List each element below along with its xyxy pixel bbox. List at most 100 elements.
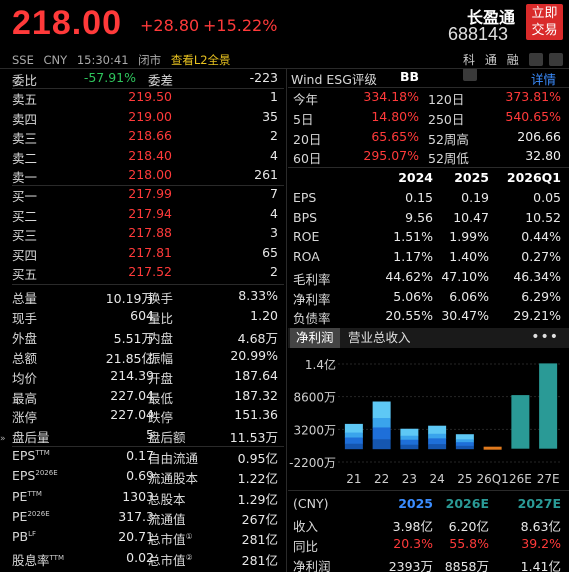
ask-row[interactable]: 卖四 219.00 35 [12, 109, 282, 127]
last-price: 218.00 [12, 4, 122, 42]
esg-label: Wind ESG评级 [291, 72, 377, 87]
stat-label: 盘后额 [148, 430, 186, 446]
fundamental-value: 0.69 [126, 468, 154, 484]
stat-row: 总量 10.19万 换手 8.33% [12, 288, 282, 307]
panel-divider [286, 68, 287, 572]
fin-label: 负债率 [293, 311, 331, 327]
ask-price: 219.50 [128, 89, 172, 104]
ask-price: 218.00 [128, 167, 172, 182]
fundamental-label-sup: ① [185, 532, 193, 542]
fundamental-row: EPS2026E 0.69 流通股本 1.22亿 [12, 468, 282, 487]
fundamental-label: 总市值① [148, 532, 193, 548]
bid-volume: 4 [270, 205, 278, 221]
fin-value: 46.34% [513, 268, 561, 284]
l2-view-link[interactable]: 查看L2全景 [171, 53, 231, 67]
bar-segment [400, 444, 419, 450]
ask-row[interactable]: 卖二 218.40 4 [12, 148, 282, 166]
bar-segment [400, 428, 419, 437]
stat-value: 21.85亿 [105, 350, 154, 366]
fundamental-row: PBLF 20.71 总市值① 281亿 [12, 529, 282, 548]
fundamental-label: 自由流通 [148, 451, 199, 466]
bar-segment [428, 438, 447, 445]
esg-detail-link[interactable]: 详情 [531, 69, 556, 88]
bid-row[interactable]: 买二 217.94 4 [12, 206, 282, 224]
bar-segment [400, 435, 419, 441]
stat-row: 现手 604 量比 1.20 [12, 308, 282, 327]
ask-label: 卖四 [12, 111, 38, 127]
bar-24[interactable] [428, 425, 447, 450]
forecast-header-row: (CNY) 2025 2026E 2027E [293, 496, 563, 515]
ask-price: 218.66 [128, 128, 172, 143]
net-profit-chart: 1.4亿 8600万 3200万 -2200万 21 22 23 24 25 26Q1 26E 27E [289, 357, 560, 486]
bell-icon[interactable] [548, 53, 563, 66]
forecast-value: 20.3% [393, 535, 433, 551]
period-value: 65.65% [371, 128, 419, 144]
fin-value: 47.10% [441, 268, 489, 284]
trade-now-button[interactable]: 立即 交易 [526, 4, 563, 40]
stat-row: 盘后量 5 盘后额 11.53万 [12, 427, 282, 446]
tab-total-revenue[interactable]: 营业总收入 [348, 328, 411, 348]
fin-value: 0.19 [461, 190, 489, 205]
fundamental-row: PE2026E 317.3 流通值 267亿 [12, 509, 282, 528]
market-meta: SSE CNY 15:30:41 闭市 查看L2全景 [12, 52, 237, 68]
ask-row[interactable]: 卖五 219.50 1 [12, 89, 282, 107]
stat-row: 外盘 5.51万 内盘 4.68万 [12, 328, 282, 347]
stat-label: 涨停 [12, 410, 38, 426]
bid-price: 217.88 [128, 225, 172, 240]
performance-row: 20日 65.65% 52周高 206.66 [293, 129, 563, 148]
stock-code: 688143 [448, 24, 509, 44]
more-icon[interactable]: ••• [531, 328, 559, 346]
ask-row[interactable]: 卖一 218.00 261 [12, 167, 282, 185]
bid-price: 217.99 [128, 186, 172, 201]
bar-25[interactable] [455, 434, 474, 450]
ratio-label: 委比 [12, 73, 38, 88]
forecast-value: 55.8% [449, 535, 489, 551]
fundamental-label: PE2026E [12, 508, 50, 524]
bar-segment [455, 434, 474, 440]
x-tick-label: 24 [429, 472, 444, 486]
bid-row[interactable]: 买四 217.81 65 [12, 245, 282, 263]
bar-26Q1[interactable] [483, 446, 502, 450]
stat-value: 10.19万 [105, 291, 154, 306]
fin-value: 20.55% [385, 308, 433, 324]
bid-row[interactable]: 买五 217.52 2 [12, 264, 282, 282]
stat-value: 5 [146, 427, 154, 443]
fundamental-value: 1.22亿 [237, 471, 278, 487]
expand-arrow-icon[interactable]: » [0, 434, 6, 444]
stat-value: 227.04 [110, 387, 154, 403]
fin-label: BPS [293, 209, 318, 225]
period-value: 14.80% [371, 108, 419, 124]
bar-23[interactable] [400, 428, 419, 450]
bid-label: 买一 [12, 189, 38, 204]
bar-22[interactable] [372, 401, 391, 450]
bar-26E[interactable] [511, 395, 530, 449]
tab-net-profit[interactable]: 净利润 [290, 328, 340, 348]
bid-row[interactable]: 买一 217.99 7 [12, 186, 282, 204]
bid-price: 217.94 [128, 205, 172, 221]
forecast-label: 收入 [293, 519, 319, 534]
fundamental-row: 股息率TTM 0.02 总市值② 281亿 [12, 550, 282, 569]
y-tick-label: 3200万 [293, 423, 336, 437]
bar-21[interactable] [344, 423, 363, 450]
fin-row: 负债率 20.55% 30.47% 29.21% [293, 308, 563, 327]
x-tick-label: 26E [509, 472, 532, 486]
fundamental-label: 股息率TTM [12, 552, 64, 568]
bid-row[interactable]: 买三 217.88 3 [12, 225, 282, 243]
ask-volume: 35 [262, 108, 278, 124]
ask-price: 219.00 [128, 108, 172, 124]
stat-value: 8.33% [238, 288, 278, 303]
bid-volume: 3 [270, 225, 278, 240]
forecast-header: 2027E [517, 496, 561, 511]
ratio-value: -57.91% [83, 70, 136, 85]
fundamental-value: 1303 [122, 488, 154, 504]
chart-icon[interactable] [528, 53, 543, 66]
stat-label: 均价 [12, 370, 38, 386]
share-icon[interactable] [463, 68, 477, 81]
fundamental-label: 流通股本 [148, 471, 199, 487]
ask-row[interactable]: 卖三 218.66 2 [12, 128, 282, 146]
bar-27E[interactable] [539, 363, 558, 449]
fundamental-value: 0.17 [126, 448, 154, 463]
tag-ke: 科 [463, 53, 476, 67]
fin-header: 2024 [398, 170, 433, 185]
y-tick-label: -2200万 [289, 456, 336, 470]
